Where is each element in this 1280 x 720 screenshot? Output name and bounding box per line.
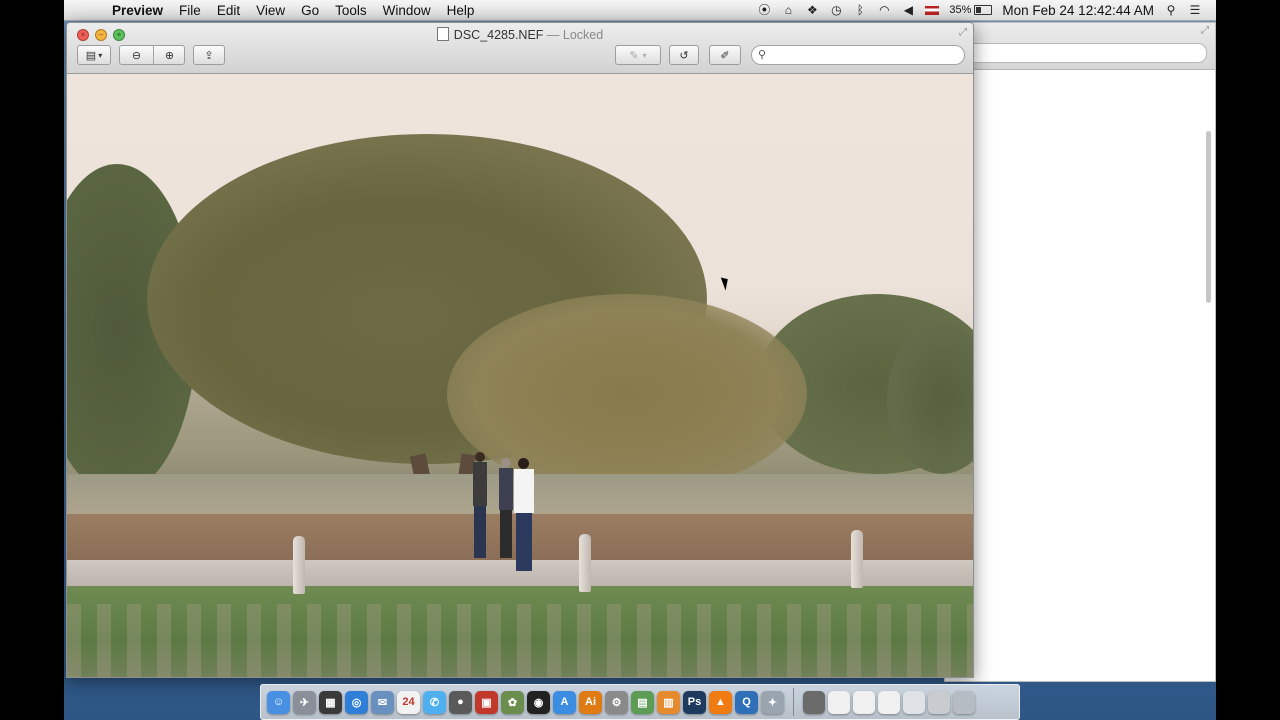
person-walking bbox=[473, 452, 487, 562]
dock-system-preferences-icon[interactable]: ⚙ bbox=[605, 690, 628, 714]
notification-center-icon[interactable]: ☰ bbox=[1188, 3, 1202, 17]
dock-launchpad-icon[interactable]: ✈ bbox=[293, 690, 316, 714]
edit-toolbar-button[interactable]: ✐ bbox=[709, 45, 741, 65]
dock-iphoto-icon[interactable]: ✿ bbox=[501, 690, 524, 714]
dock-facetime-icon[interactable]: ● bbox=[449, 690, 472, 714]
person-walking bbox=[513, 458, 535, 576]
menu-preview[interactable]: Preview bbox=[104, 3, 171, 18]
mouse-pointer-icon bbox=[720, 275, 732, 291]
person-walking bbox=[499, 458, 513, 562]
background-window-toolbar: ⤢ bbox=[945, 23, 1215, 70]
bollard bbox=[579, 534, 591, 592]
document-filename: DSC_4285.NEF bbox=[453, 28, 544, 42]
zoom-out-icon[interactable]: ⊖ bbox=[120, 49, 153, 62]
menu-edit[interactable]: Edit bbox=[209, 3, 248, 18]
dock-document-stack-3-icon[interactable] bbox=[878, 690, 900, 714]
share-icon: ⇪ bbox=[204, 49, 214, 62]
fullscreen-icon[interactable]: ⤢ bbox=[1201, 25, 1209, 36]
share-button[interactable]: ⇪ bbox=[193, 45, 225, 65]
dock-messages-icon[interactable]: ✆ bbox=[423, 690, 446, 714]
dock-document-stack-2-icon[interactable] bbox=[853, 690, 875, 714]
battery-percent: 35% bbox=[949, 4, 972, 16]
battery-icon bbox=[974, 5, 993, 15]
volume-icon[interactable]: ◀ bbox=[901, 3, 915, 17]
chevron-down-icon: ▾ bbox=[642, 50, 647, 60]
menu-go[interactable]: Go bbox=[293, 3, 327, 18]
home-icon[interactable]: ⌂ bbox=[781, 3, 795, 17]
battery-status[interactable]: 35% bbox=[949, 4, 993, 16]
search-field[interactable]: ⚲ bbox=[751, 45, 965, 65]
dock-dvd-player-icon[interactable]: ◉ bbox=[527, 690, 550, 714]
dock-ibooks-icon[interactable]: ▥ bbox=[657, 690, 680, 714]
spotlight-icon[interactable]: ⚲ bbox=[1164, 3, 1178, 17]
photo-canvas[interactable] bbox=[67, 74, 973, 677]
dock-preview-icon[interactable]: ▤ bbox=[631, 690, 654, 714]
dock-separator bbox=[793, 688, 794, 716]
annotate-button[interactable]: ✎ ▾ bbox=[615, 45, 661, 65]
battery-fill bbox=[976, 7, 982, 13]
locked-indicator[interactable]: — Locked bbox=[543, 28, 603, 42]
dock-photo-booth-icon[interactable]: ▣ bbox=[475, 690, 498, 714]
document-proxy-icon[interactable] bbox=[436, 27, 449, 41]
search-icon: ⚲ bbox=[758, 49, 767, 61]
dock-safari-icon[interactable]: ◎ bbox=[345, 690, 368, 714]
dropbox-icon[interactable]: ❖ bbox=[805, 3, 819, 17]
desktop: Preview File Edit View Go Tools Window H… bbox=[64, 0, 1216, 720]
flag-us-icon[interactable] bbox=[925, 5, 940, 15]
zoom-segmented-control: ⊖ ⊕ bbox=[119, 45, 185, 65]
dock-trash-icon[interactable] bbox=[953, 690, 975, 714]
background-search-field[interactable] bbox=[965, 43, 1207, 63]
rotate-icon: ↺ bbox=[679, 49, 689, 62]
wifi-icon[interactable]: ◠ bbox=[877, 3, 891, 17]
sidebar-icon: ▤ bbox=[85, 49, 97, 62]
dock: ☺ ✈ ▦ ◎ ✉ 24 ✆ ● ▣ ✿ ◉ A Ai ⚙ ▤ ▥ Ps ▲ Q ✦ bbox=[260, 684, 1020, 720]
record-icon[interactable]: ⦿ bbox=[757, 3, 771, 17]
menu-view[interactable]: View bbox=[248, 3, 293, 18]
bollard bbox=[851, 530, 863, 588]
preview-window: × – + DSC_4285.NEF — Locked ⤢ ▤ ▾ ⊖ ⊕ ⇪ ✎… bbox=[66, 22, 974, 678]
menu-tools[interactable]: Tools bbox=[327, 3, 375, 18]
dock-document-stack-4-icon[interactable] bbox=[903, 690, 925, 714]
edit-toolbar-icon: ✐ bbox=[720, 49, 730, 62]
status-area: ⦿ ⌂ ❖ ◷ ᛒ ◠ ◀ 35% Mon Feb 24 12:42:44 AM… bbox=[757, 3, 1216, 18]
zoom-in-icon[interactable]: ⊕ bbox=[153, 49, 186, 62]
fullscreen-icon[interactable]: ⤢ bbox=[959, 27, 967, 38]
annotate-pen-icon: ✎ bbox=[629, 49, 639, 62]
menu-window[interactable]: Window bbox=[375, 3, 439, 18]
sidebar-view-button[interactable]: ▤ ▾ bbox=[77, 45, 111, 65]
dock-document-stack-1-icon[interactable] bbox=[828, 690, 850, 714]
dock-vlc-icon[interactable]: ▲ bbox=[709, 690, 732, 714]
time-machine-icon[interactable]: ◷ bbox=[829, 3, 843, 17]
dock-illustrator-icon[interactable]: Ai bbox=[579, 690, 602, 714]
dock-calendar-icon[interactable]: 24 bbox=[397, 690, 420, 714]
rotate-button[interactable]: ↺ bbox=[669, 45, 699, 65]
background-window[interactable]: ⤢ bbox=[944, 22, 1216, 682]
chevron-down-icon: ▾ bbox=[98, 50, 103, 60]
dock-quicktime-icon[interactable]: Q bbox=[735, 690, 758, 714]
background-scrollbar[interactable] bbox=[1206, 131, 1211, 303]
dock-photoshop-icon[interactable]: Ps bbox=[683, 690, 706, 714]
dock-document-stack-5-icon[interactable] bbox=[928, 690, 950, 714]
menu-clock[interactable]: Mon Feb 24 12:42:44 AM bbox=[1002, 3, 1154, 18]
dock-app-store-icon[interactable]: A bbox=[553, 690, 576, 714]
bluetooth-icon[interactable]: ᛒ bbox=[853, 3, 867, 17]
window-title: DSC_4285.NEF — Locked bbox=[67, 27, 973, 42]
dock-finder-icon[interactable]: ☺ bbox=[267, 690, 290, 714]
title-bar[interactable]: × – + DSC_4285.NEF — Locked ⤢ ▤ ▾ ⊖ ⊕ ⇪ ✎… bbox=[67, 23, 973, 74]
menu-file[interactable]: File bbox=[171, 3, 209, 18]
menu-bar: Preview File Edit View Go Tools Window H… bbox=[64, 0, 1216, 21]
dock-downloads-stack-icon[interactable] bbox=[803, 690, 825, 714]
foreground-texture bbox=[67, 604, 973, 677]
dock-mission-control-icon[interactable]: ▦ bbox=[319, 690, 342, 714]
menu-help[interactable]: Help bbox=[439, 3, 483, 18]
bollard bbox=[293, 536, 305, 594]
dock-utility-icon[interactable]: ✦ bbox=[761, 690, 784, 714]
dock-mail-icon[interactable]: ✉ bbox=[371, 690, 394, 714]
